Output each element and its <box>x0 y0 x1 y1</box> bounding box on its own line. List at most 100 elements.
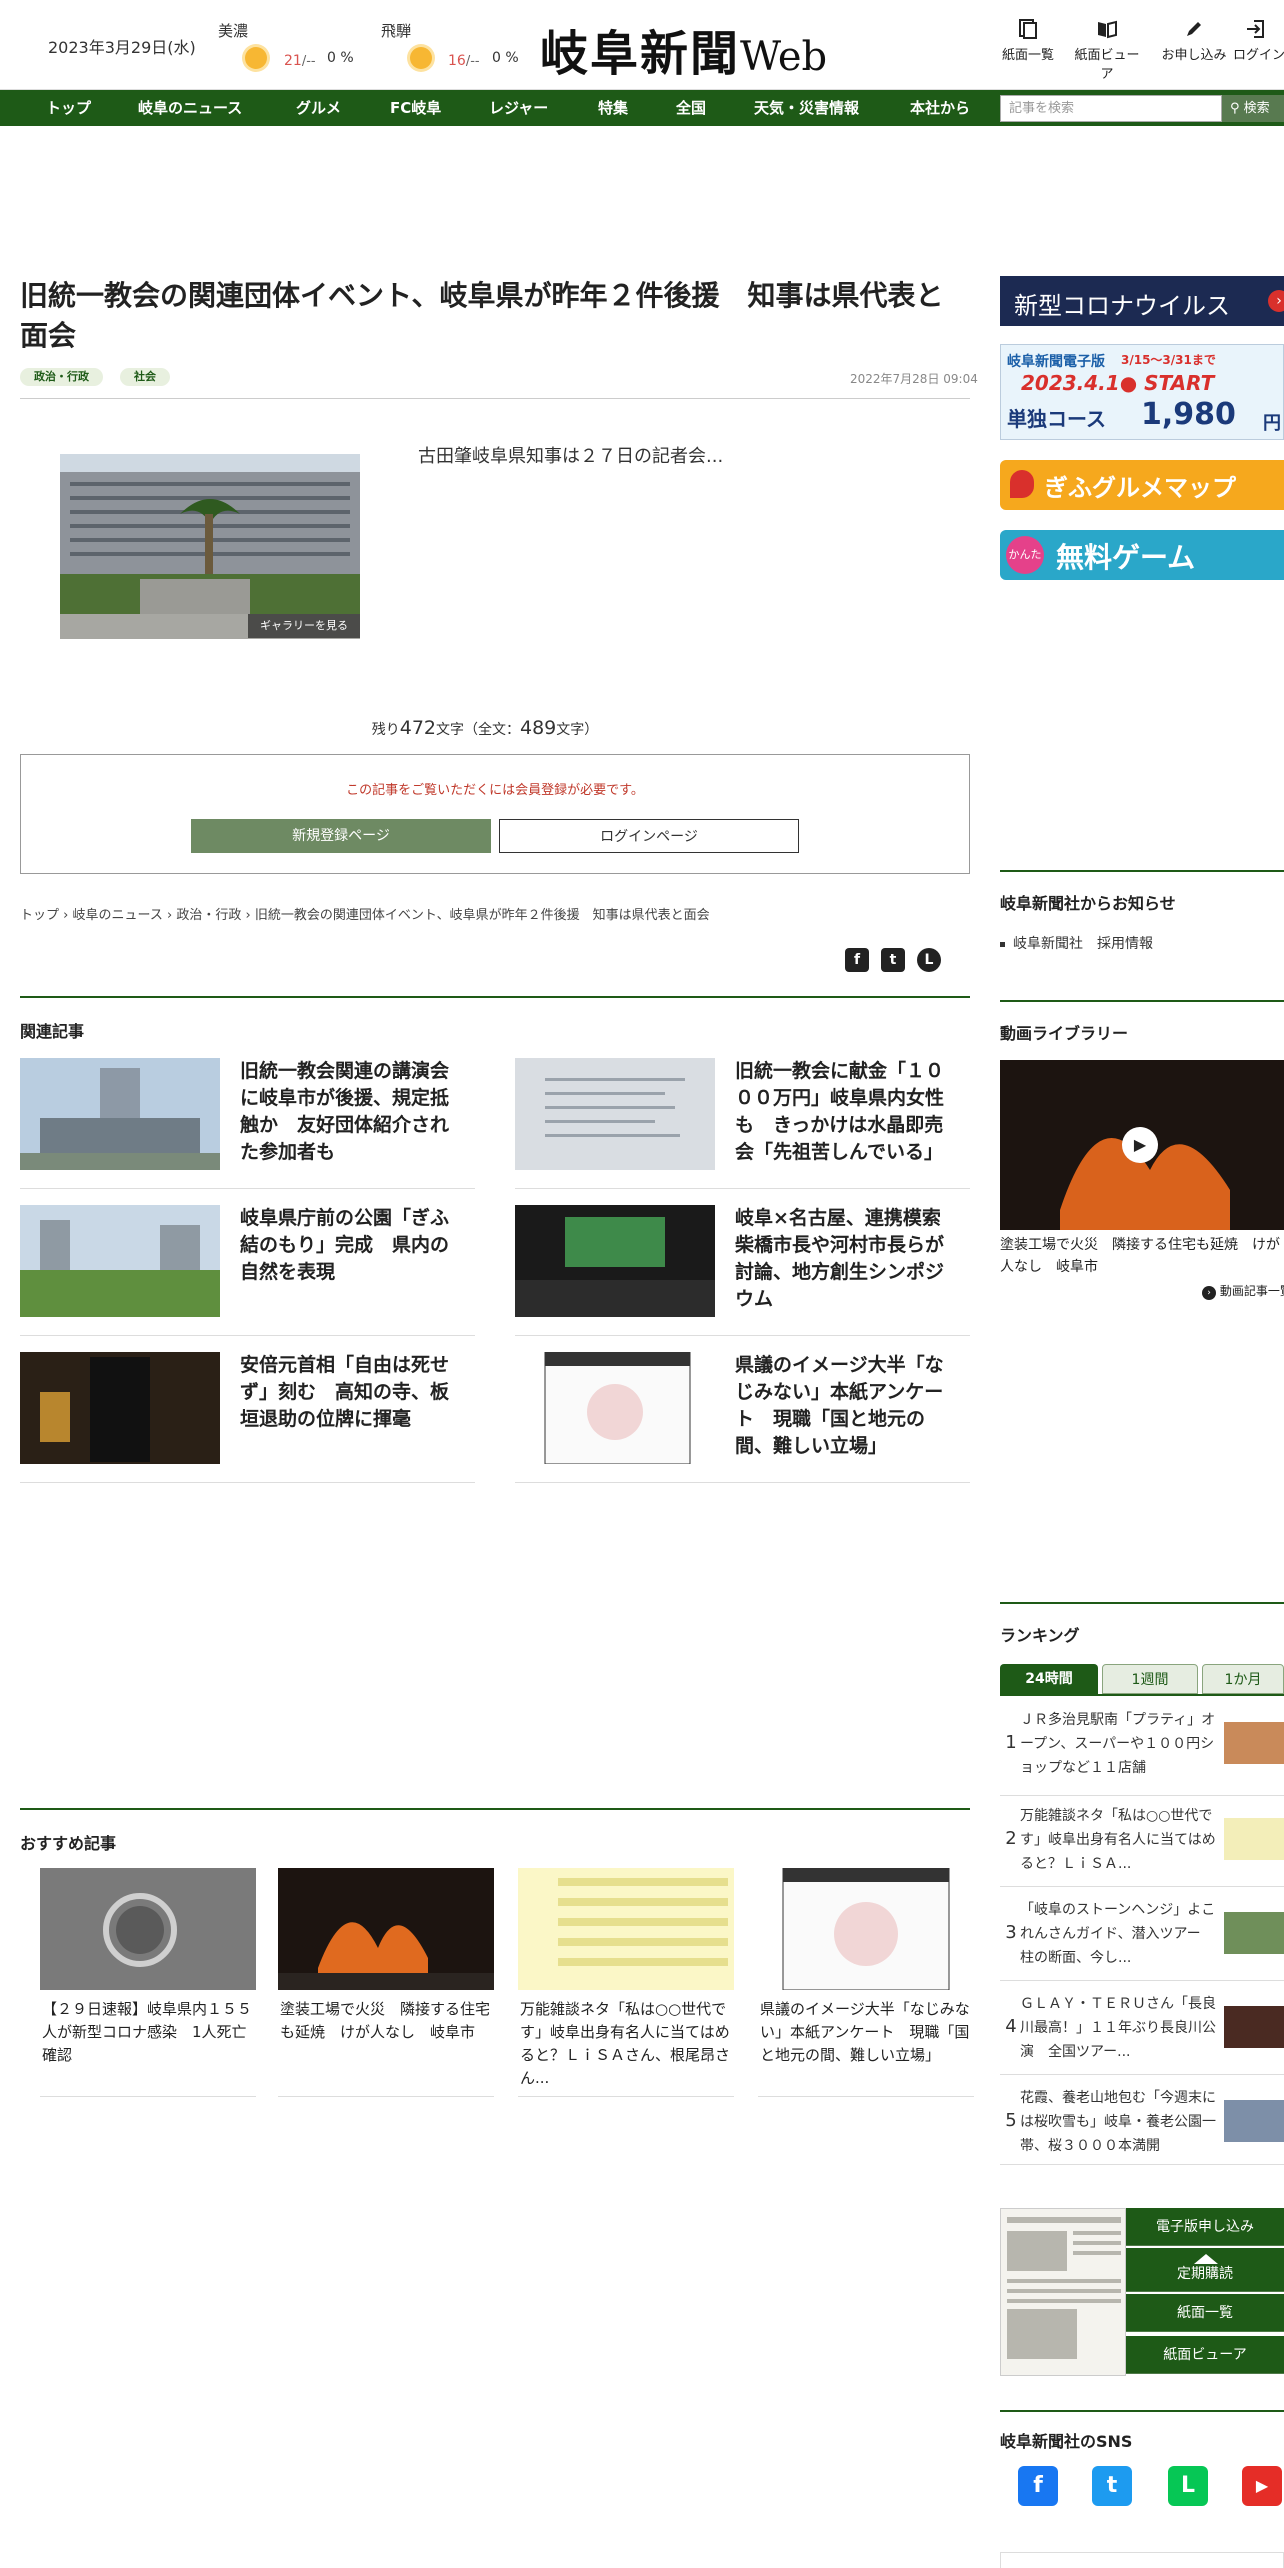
paper-viewer-button[interactable]: 紙面ビューア <box>1073 18 1141 82</box>
nav-gourmet[interactable]: グルメ <box>296 90 341 126</box>
banner-text: 円 <box>1263 413 1281 434</box>
rain-chance: 0 % <box>492 50 519 66</box>
nav-fc-gifu[interactable]: FC岐阜 <box>390 90 441 126</box>
twitter-share-button[interactable]: t <box>881 948 905 972</box>
related-title[interactable]: 県議のイメージ大半「なじみない」本紙アンケート 現職「国と地元の間、難しい立場」 <box>735 1352 945 1460</box>
free-game-banner[interactable]: かんたん 無料ゲーム <box>1000 530 1284 580</box>
nav-national[interactable]: 全国 <box>676 90 706 126</box>
related-title[interactable]: 岐阜×名古屋、連携模索 柴橋市長や河村市長らが討論、地方創生シンポジウム <box>735 1205 960 1313</box>
ranking-tab-week[interactable]: 1週間 <box>1102 1664 1198 1694</box>
nav-top[interactable]: トップ <box>46 90 91 126</box>
rank-title[interactable]: ＧＬＡＹ・ＴＥＲＵさん「長良川最高！」１１年ぶり長良川公演 全国ツアー... <box>1020 1992 1220 2064</box>
search-input[interactable]: 記事を検索 <box>1000 95 1222 122</box>
related-thumb[interactable] <box>20 1058 220 1170</box>
rank-thumb[interactable] <box>1224 1818 1284 1860</box>
facebook-share-button[interactable]: f <box>845 948 869 972</box>
apply-button[interactable]: お申し込み <box>1160 18 1228 63</box>
related-thumb[interactable] <box>515 1205 715 1317</box>
twitter-link[interactable]: t <box>1092 2466 1132 2506</box>
article-photo[interactable] <box>60 454 360 639</box>
breadcrumb-item[interactable]: 岐阜のニュース <box>73 908 163 923</box>
newspaper-list-icon <box>1019 19 1037 39</box>
breadcrumb-item: 旧統一教会の関連団体イベント、岐阜県が昨年２件後援 知事は県代表と面会 <box>254 908 710 923</box>
rank-title[interactable]: 万能雑談ネタ「私は○○世代です」岐阜出身有名人に当てはめると？ＬｉＳＡ... <box>1020 1804 1220 1876</box>
arrow-circle-icon: › <box>1202 1286 1216 1300</box>
remaining-count: 472 <box>399 717 436 739</box>
rank-thumb[interactable] <box>1224 2006 1284 2048</box>
rank-title[interactable]: 花霞、養老山地包む「今週末には桜吹雪も」岐阜・養老公園一帯、桜３０００本満開 <box>1020 2086 1220 2158</box>
video-heading: 動画ライブラリー <box>1000 1024 1129 1043</box>
nav-gifu-news[interactable]: 岐阜のニュース <box>138 90 242 126</box>
paper-list-sidebar-button[interactable]: 紙面一覧 <box>1126 2294 1284 2332</box>
related-title[interactable]: 安倍元首相「自由は死せず」刻む 高知の寺、板垣退助の位牌に揮毫 <box>240 1352 450 1433</box>
login-icon <box>1247 20 1264 38</box>
facebook-link[interactable]: f <box>1018 2466 1058 2506</box>
corona-banner[interactable]: 新型コロナウイルス › <box>1000 276 1284 326</box>
epaper-campaign-banner[interactable]: 岐阜新聞電子版 3/15〜3/31まで 2023.4.1● START 単独コー… <box>1000 344 1284 440</box>
survey-chart-image <box>515 1352 715 1464</box>
line-share-button[interactable]: L <box>917 948 941 972</box>
notice-heading: 岐阜新聞社からお知らせ <box>1000 894 1176 913</box>
related-thumb[interactable] <box>515 1352 715 1464</box>
recommended-item[interactable]: 県議のイメージ大半「なじみない」本紙アンケート 現職「国と地元の間、難しい立場」 <box>758 1868 974 2067</box>
next-widget-edge <box>1000 2552 1284 2568</box>
divider <box>1000 2074 1284 2075</box>
rank-thumb[interactable] <box>1224 2100 1284 2142</box>
tab-underline <box>1000 1694 1284 1696</box>
gallery-button[interactable]: ギャラリーを見る <box>248 614 360 638</box>
rank-thumb[interactable] <box>1224 1722 1284 1764</box>
nav-leisure[interactable]: レジャー <box>489 90 548 126</box>
ranking-tab-month[interactable]: 1か月 <box>1202 1664 1284 1694</box>
recommended-title: 県議のイメージ大半「なじみない」本紙アンケート 現職「国と地元の間、難しい立場」 <box>760 2000 970 2064</box>
gourmet-map-banner[interactable]: ぎふグルメマップ <box>1000 460 1284 510</box>
section-rule <box>1000 1602 1284 1604</box>
related-thumb[interactable] <box>20 1205 220 1317</box>
generation-table-image <box>518 1868 734 1990</box>
nav-special[interactable]: 特集 <box>598 90 628 126</box>
divider <box>758 2096 974 2097</box>
related-title[interactable]: 旧統一教会関連の講演会に岐阜市が後援、規定抵触か 友好団体紹介された参加者も <box>240 1058 450 1166</box>
notice-item[interactable]: 岐阜新聞社 採用情報 <box>1000 933 1153 953</box>
video-list-link[interactable]: › 動画記事一覧 <box>1202 1282 1284 1300</box>
symposium-photo <box>515 1205 715 1317</box>
login-page-button[interactable]: ログインページ <box>499 819 799 853</box>
rank-title[interactable]: ＪＲ多治見駅南「プラティ」オープン、スーパーや１００円ショップなど１１店舗 <box>1020 1708 1220 1780</box>
line-link[interactable]: L <box>1168 2466 1208 2506</box>
tag-politics[interactable]: 政治・行政 <box>20 368 103 386</box>
register-button[interactable]: 新規登録ページ <box>191 819 491 853</box>
login-button[interactable]: ログイン <box>1233 18 1284 63</box>
rank-title[interactable]: 「岐阜のストーンヘンジ」よこれんさんガイド、潜入ツアー 柱の断面、今し... <box>1020 1898 1220 1970</box>
paper-viewer-sidebar-button[interactable]: 紙面ビューア <box>1126 2336 1284 2374</box>
divider <box>20 1482 475 1483</box>
recommended-title: 【２９日速報】岐阜県内１５５人が新型コロナ感染 1人死亡確認 <box>42 2000 253 2064</box>
recommended-title: 万能雑談ネタ「私は○○世代です」岐阜出身有名人に当てはめると？ＬｉＳＡさん、根尾… <box>520 2000 731 2087</box>
subscription-button[interactable]: 定期購読 <box>1126 2248 1284 2292</box>
nav-weather[interactable]: 天気・災害情報 <box>754 90 859 126</box>
fire-photo <box>278 1868 494 1990</box>
rank-thumb[interactable] <box>1224 1912 1284 1954</box>
recommended-item[interactable]: 万能雑談ネタ「私は○○世代です」岐阜出身有名人に当てはめると？ＬｉＳＡさん、根尾… <box>518 1868 734 2090</box>
related-title[interactable]: 岐阜県庁前の公園「ぎふ結のもり」完成 県内の自然を表現 <box>240 1205 450 1286</box>
paper-list-button[interactable]: 紙面一覧 <box>994 18 1062 63</box>
epaper-preview[interactable] <box>1000 2208 1126 2376</box>
breadcrumb-item[interactable]: 政治・行政 <box>176 908 241 923</box>
related-thumb[interactable] <box>515 1058 715 1170</box>
recommended-item[interactable]: 塗装工場で火災 隣接する住宅も延焼 けが人なし 岐阜市 <box>278 1868 494 2044</box>
epaper-signup-button[interactable]: 電子版申し込み <box>1126 2208 1284 2246</box>
video-caption[interactable]: 塗装工場で火災 隣接する住宅も延焼 けが人なし 岐阜市 <box>1000 1234 1284 1278</box>
video-thumbnail[interactable]: ▶ <box>1000 1060 1284 1230</box>
section-rule <box>1000 870 1284 872</box>
site-logo[interactable]: 岐阜新聞Web <box>540 14 827 84</box>
ranking-tab-24h[interactable]: 24時間 <box>1000 1664 1098 1694</box>
breadcrumb-item[interactable]: トップ <box>20 908 59 923</box>
recommended-item[interactable]: 【２９日速報】岐阜県内１５５人が新型コロナ感染 1人死亡確認 <box>40 1868 256 2067</box>
divider <box>278 2096 494 2097</box>
youtube-link[interactable]: ▶ <box>1242 2466 1282 2506</box>
related-title[interactable]: 旧統一教会に献金「１０００万円」岐阜県内女性も きっかけは水晶即売会「先祖苦しん… <box>735 1058 945 1166</box>
related-thumb[interactable] <box>20 1352 220 1464</box>
tag-society[interactable]: 社会 <box>120 368 170 386</box>
divider <box>515 1188 970 1189</box>
play-icon: ▶ <box>1122 1127 1158 1163</box>
search-button[interactable]: ⚲ 検索 <box>1222 95 1284 122</box>
nav-company[interactable]: 本社から <box>910 90 970 126</box>
